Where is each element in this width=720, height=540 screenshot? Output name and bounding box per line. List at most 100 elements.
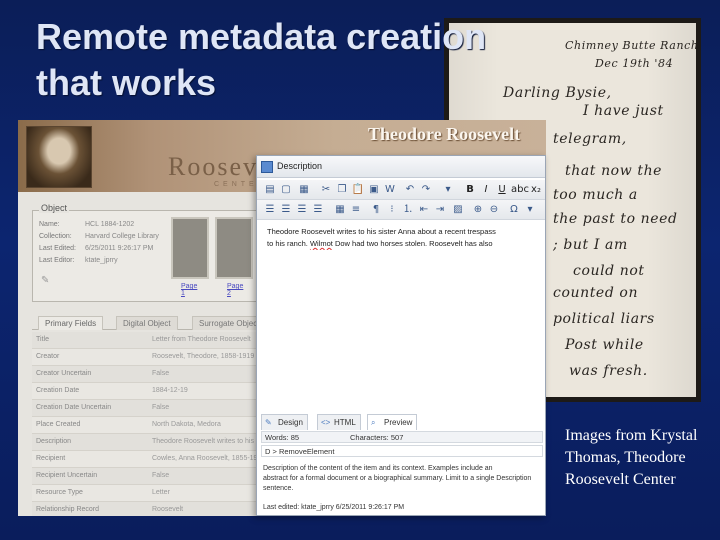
- dialog-titlebar[interactable]: Description: [257, 156, 545, 178]
- letter-line: Dec 19th '84: [595, 57, 674, 70]
- object-field: Name: HCL 1884-1202: [39, 221, 135, 228]
- letter-line: that now the: [565, 163, 663, 179]
- paste-text-icon[interactable]: ▣: [367, 183, 381, 197]
- letter-line: counted on: [553, 285, 639, 301]
- help-line: Description of the content of the item a…: [263, 465, 493, 472]
- strikethrough-icon[interactable]: abc: [511, 183, 529, 197]
- page-link[interactable]: Page 2: [227, 283, 243, 297]
- table-row[interactable]: Relationship Record Roosevelt: [32, 502, 276, 516]
- editor-toolbar-2: ☰ ☰ ☰ ☰ ▦ ≡ ¶ ⁝ ⒈ ⇤ ⇥ ▨ ⊕ ⊖ Ω ▾: [257, 200, 545, 220]
- numbered-list-icon[interactable]: ⒈: [401, 203, 415, 217]
- preview-icon[interactable]: ▦: [297, 183, 311, 197]
- more-icon[interactable]: ▾: [523, 203, 537, 217]
- object-field: Last Editor: ktate_jprry: [39, 257, 118, 264]
- editor-toolbar-1: ▤ ▢ ▦ ✂ ❐ 📋 ▣ W ↶ ↷ ▾ B I U abc x₂: [257, 180, 545, 200]
- list-icon[interactable]: ≡: [349, 203, 363, 217]
- special-char-icon[interactable]: Ω: [507, 203, 521, 217]
- indent-icon[interactable]: ⇥: [433, 203, 447, 217]
- table-row[interactable]: Resource Type Letter: [32, 485, 276, 502]
- source-icon[interactable]: ▤: [263, 183, 277, 197]
- editor-line-1: Theodore Roosevelt writes to his sister …: [267, 227, 496, 236]
- misspelled-word[interactable]: Wilmot: [310, 239, 333, 248]
- help-line: abstract for a formal document or a biog…: [263, 475, 532, 482]
- tab-html[interactable]: <> HTML: [317, 414, 361, 430]
- anchor-icon[interactable]: ⊖: [487, 203, 501, 217]
- tab-primary-fields[interactable]: Primary Fields: [38, 316, 104, 330]
- object-panel: Object Name: HCL 1884-1202 Collection: Har…: [32, 203, 272, 302]
- paragraph-icon[interactable]: ¶: [369, 203, 383, 217]
- table-row[interactable]: Creator Uncertain False: [32, 366, 276, 383]
- slide-title-line-2: that works: [36, 62, 217, 103]
- element-path-bar[interactable]: D > RemoveElement: [261, 445, 543, 457]
- paste-word-icon[interactable]: W: [383, 183, 397, 197]
- field-help-text: Description of the content of the item a…: [263, 464, 543, 494]
- align-left-icon[interactable]: ☰: [263, 203, 277, 217]
- table-row[interactable]: Description Theodore Roosevelt writes to …: [32, 434, 276, 451]
- cut-icon[interactable]: ✂: [319, 183, 333, 197]
- record-tabs: Primary Fields Digital Object Surrogate …: [32, 316, 276, 330]
- tab-preview[interactable]: ⌕ Preview: [367, 414, 418, 430]
- image-icon[interactable]: ▨: [451, 203, 465, 217]
- letter-line: was fresh.: [569, 363, 648, 379]
- outdent-icon[interactable]: ⇤: [417, 203, 431, 217]
- roosevelt-portrait: [26, 126, 92, 188]
- last-edited: Last edited: ktate_jprry 6/25/2011 9:26:…: [263, 504, 405, 511]
- preview-tab-icon: ⌕: [371, 418, 376, 427]
- tab-digital-object[interactable]: Digital Object: [116, 316, 178, 330]
- table-row[interactable]: Recipient Uncertain False: [32, 468, 276, 485]
- dialog-title: Description: [277, 161, 323, 171]
- link-icon[interactable]: ⊕: [471, 203, 485, 217]
- word-count: Words: 85: [265, 433, 300, 442]
- letter-line: I have just: [583, 103, 664, 119]
- table-row[interactable]: Place Created North Dakota, Medora: [32, 417, 276, 434]
- tab-design[interactable]: ✎ Design: [261, 414, 308, 430]
- table-row[interactable]: Creation Date Uncertain False: [32, 400, 276, 417]
- description-dialog: Description ▤ ▢ ▦ ✂ ❐ 📋 ▣ W ↶ ↷ ▾ B I U …: [256, 155, 546, 516]
- help-line: sentence.: [263, 485, 294, 492]
- redo-icon[interactable]: ↷: [419, 183, 433, 197]
- bold-icon[interactable]: B: [463, 183, 477, 197]
- new-page-icon[interactable]: ▢: [279, 183, 293, 197]
- italic-icon[interactable]: I: [479, 183, 493, 197]
- object-field: Last Edited: 6/25/2011 9:26:17 PM: [39, 245, 154, 252]
- paste-icon[interactable]: 📋: [351, 183, 365, 197]
- character-count: Characters: 507: [350, 433, 404, 442]
- window-icon: [261, 161, 273, 173]
- copy-icon[interactable]: ❐: [335, 183, 349, 197]
- table-row[interactable]: Creation Date 1884-12-19: [32, 383, 276, 400]
- table-row[interactable]: Title Letter from Theodore Roosevelt: [32, 332, 276, 349]
- page-thumbnail[interactable]: [215, 217, 253, 279]
- object-legend: Object: [39, 203, 70, 213]
- align-right-icon[interactable]: ☰: [295, 203, 309, 217]
- site-banner-title: Theodore Roosevelt: [368, 124, 521, 144]
- align-center-icon[interactable]: ☰: [279, 203, 293, 217]
- design-icon: ✎: [265, 418, 272, 427]
- table-row[interactable]: Recipient Cowles, Anna Roosevelt, 1855-19…: [32, 451, 276, 468]
- find-icon[interactable]: ▾: [441, 183, 455, 197]
- subscript-icon[interactable]: x₂: [529, 183, 543, 197]
- slide-title-line-1: Remote metadata creation: [36, 16, 487, 57]
- letter-line: the past to need: [553, 211, 678, 227]
- html-icon: <>: [321, 418, 331, 427]
- object-field: Collection: Harvard College Library: [39, 233, 159, 240]
- undo-icon[interactable]: ↶: [403, 183, 417, 197]
- letter-line: could not: [573, 263, 645, 279]
- word-count-bar: Words: 85 Characters: 507: [261, 431, 543, 443]
- letter-line: Post while: [565, 337, 644, 353]
- image-credit-caption: Images from Krystal Thomas, Theodore Roo…: [565, 427, 698, 488]
- letter-line: too much a: [553, 187, 638, 203]
- slide-title: Remote metadata creation that works: [36, 14, 556, 106]
- underline-icon[interactable]: U: [495, 183, 509, 197]
- bulleted-list-icon[interactable]: ⁝: [385, 203, 399, 217]
- editor-view-tabs: ✎ Design <> HTML ⌕ Preview: [261, 414, 541, 430]
- letter-line: Chimney Butte Ranch: [565, 39, 696, 52]
- editor-content[interactable]: Theodore Roosevelt writes to his sister …: [267, 226, 547, 250]
- attachment-icon[interactable]: ✎: [41, 275, 49, 286]
- table-icon[interactable]: ▦: [333, 203, 347, 217]
- page-thumbnail[interactable]: [171, 217, 209, 279]
- table-row[interactable]: Creator Roosevelt, Theodore, 1858-1919: [32, 349, 276, 366]
- justify-icon[interactable]: ☰: [311, 203, 325, 217]
- page-link[interactable]: Page 1: [181, 283, 197, 297]
- editor-line-2: to his ranch. Wilmot Dow had two horses …: [267, 239, 493, 248]
- letter-line: telegram,: [553, 131, 627, 147]
